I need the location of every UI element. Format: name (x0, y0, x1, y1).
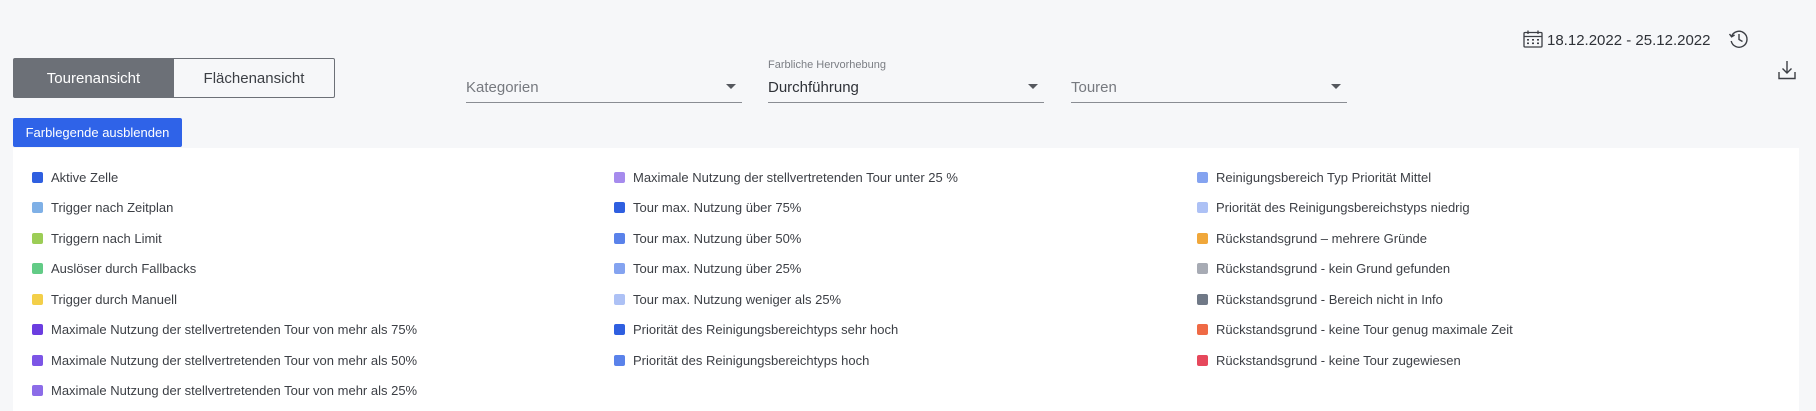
legend-item-label: Priorität des Reinigungsbereichtyps hoch (633, 352, 870, 368)
legend-item-label: Priorität des Reinigungsbereichstyps nie… (1216, 200, 1470, 216)
legend-item: Auslöser durch Fallbacks (32, 254, 417, 285)
legend-item-label: Rückstandsgrund - kein Grund gefunden (1216, 261, 1451, 277)
legend-swatch (614, 293, 625, 305)
legend-item: Triggern nach Limit (32, 223, 417, 254)
legend-item-label: Priorität des Reinigungsbereichtyps sehr… (633, 322, 899, 338)
legend-swatch (1197, 354, 1208, 366)
chevron-down-icon (726, 84, 736, 89)
view-toggle: Tourenansicht Flächenansicht (13, 58, 335, 98)
legend-swatch (32, 293, 43, 305)
legend-swatch (1197, 232, 1208, 244)
legend-item-label: Aktive Zelle (51, 169, 119, 185)
categories-select[interactable]: Kategorien (466, 59, 742, 103)
legend-swatch (614, 171, 625, 183)
legend-swatch (1197, 293, 1208, 305)
legend-swatch (32, 171, 43, 183)
color-legend-panel: Aktive Zelle Trigger nach Zeitplan Trigger… (13, 148, 1799, 411)
legend-item: Reinigungsbereich Typ Priorität Mittel (1197, 162, 1513, 193)
legend-item-label: Tour max. Nutzung über 50% (633, 230, 802, 246)
legend-swatch (32, 202, 43, 214)
legend-item: Maximale Nutzung der stellvertretenden T… (32, 345, 417, 376)
highlight-select-value: Durchführung (768, 79, 859, 96)
legend-item: Tour max. Nutzung über 50% (614, 223, 958, 254)
legend-swatch (614, 263, 625, 275)
legend-item-label: Maximale Nutzung der stellvertretenden T… (51, 352, 418, 368)
legend-item-label: Tour max. Nutzung über 25% (633, 261, 802, 277)
legend-item: Rückstandsgrund - keine Tour zugewiesen (1197, 345, 1513, 376)
legend-item-label: Maximale Nutzung der stellvertretenden T… (51, 322, 418, 338)
categories-select-value: Kategorien (466, 79, 539, 96)
legend-swatch (1197, 263, 1208, 275)
chevron-down-icon (1028, 84, 1038, 89)
legend-item-label: Rückstandsgrund - keine Tour genug maxim… (1216, 322, 1513, 338)
legend-item-label: Maximale Nutzung der stellvertretenden T… (51, 383, 418, 399)
tour-view-button[interactable]: Tourenansicht (13, 58, 174, 98)
legend-item-label: Trigger durch Manuell (51, 291, 177, 307)
legend-item-label: Trigger nach Zeitplan (51, 200, 174, 216)
legend-item: Tour max. Nutzung über 75% (614, 193, 958, 224)
legend-swatch (32, 232, 43, 244)
legend-item: Maximale Nutzung der stellvertretenden T… (614, 162, 958, 193)
calendar-icon (1523, 30, 1543, 48)
tours-select[interactable]: Touren (1071, 59, 1347, 103)
legend-swatch (32, 324, 43, 336)
legend-item-label: Tour max. Nutzung über 75% (633, 200, 802, 216)
download-icon[interactable] (1777, 59, 1797, 86)
legend-swatch (614, 324, 625, 336)
legend-swatch (32, 354, 43, 366)
legend-item-label: Auslöser durch Fallbacks (51, 261, 197, 277)
legend-item: Trigger nach Zeitplan (32, 193, 417, 224)
legend-item-label: Rückstandsgrund - keine Tour zugewiesen (1216, 352, 1461, 368)
legend-item: Trigger durch Manuell (32, 284, 417, 315)
highlight-select[interactable]: Farbliche Hervorhebung Durchführung (768, 59, 1044, 103)
legend-item-label: Triggern nach Limit (51, 230, 162, 246)
legend-item-label: Reinigungsbereich Typ Priorität Mittel (1216, 169, 1432, 185)
legend-item: Rückstandsgrund – mehrere Gründe (1197, 223, 1513, 254)
legend-swatch (614, 202, 625, 214)
legend-item: Priorität des Reinigungsbereichstyps nie… (1197, 193, 1513, 224)
date-range-picker[interactable]: 18.12.2022 - 25.12.2022 (1523, 28, 1710, 49)
legend-item: Priorität des Reinigungsbereichtyps hoch (614, 345, 958, 376)
legend-swatch (32, 263, 43, 275)
legend-swatch (614, 232, 625, 244)
legend-item-label: Tour max. Nutzung weniger als 25% (633, 291, 842, 307)
legend-swatch (1197, 171, 1208, 183)
legend-item: Maximale Nutzung der stellvertretenden T… (32, 376, 417, 407)
legend-item: Priorität des Reinigungsbereichtyps sehr… (614, 315, 958, 346)
hide-color-legend-button[interactable]: Farblegende ausblenden (13, 118, 182, 147)
tours-select-value: Touren (1071, 79, 1117, 96)
legend-item-label: Maximale Nutzung der stellvertretenden T… (633, 169, 958, 185)
legend-column-3: Reinigungsbereich Typ Priorität Mittel Pr… (1197, 162, 1513, 376)
legend-item-label: Rückstandsgrund - Bereich nicht in Info (1216, 291, 1443, 307)
history-icon[interactable] (1728, 28, 1750, 55)
highlight-select-label: Farbliche Hervorhebung (768, 59, 887, 71)
legend-item: Tour max. Nutzung über 25% (614, 254, 958, 285)
legend-swatch (614, 354, 625, 366)
legend-column-2: Maximale Nutzung der stellvertretenden T… (614, 162, 958, 376)
legend-item-label: Rückstandsgrund – mehrere Gründe (1216, 230, 1428, 246)
legend-item: Maximale Nutzung der stellvertretenden T… (32, 315, 417, 346)
legend-swatch (1197, 324, 1208, 336)
legend-item: Aktive Zelle (32, 162, 417, 193)
legend-item: Tour max. Nutzung weniger als 25% (614, 284, 958, 315)
legend-item: Rückstandsgrund - kein Grund gefunden (1197, 254, 1513, 285)
legend-swatch (32, 385, 43, 397)
date-range-text: 18.12.2022 - 25.12.2022 (1547, 32, 1711, 49)
legend-item: Rückstandsgrund - keine Tour genug maxim… (1197, 315, 1513, 346)
legend-column-1: Aktive Zelle Trigger nach Zeitplan Trigger… (32, 162, 417, 406)
chevron-down-icon (1331, 84, 1341, 89)
legend-swatch (1197, 202, 1208, 214)
legend-item: Rückstandsgrund - Bereich nicht in Info (1197, 284, 1513, 315)
area-view-button[interactable]: Flächenansicht (174, 58, 335, 98)
